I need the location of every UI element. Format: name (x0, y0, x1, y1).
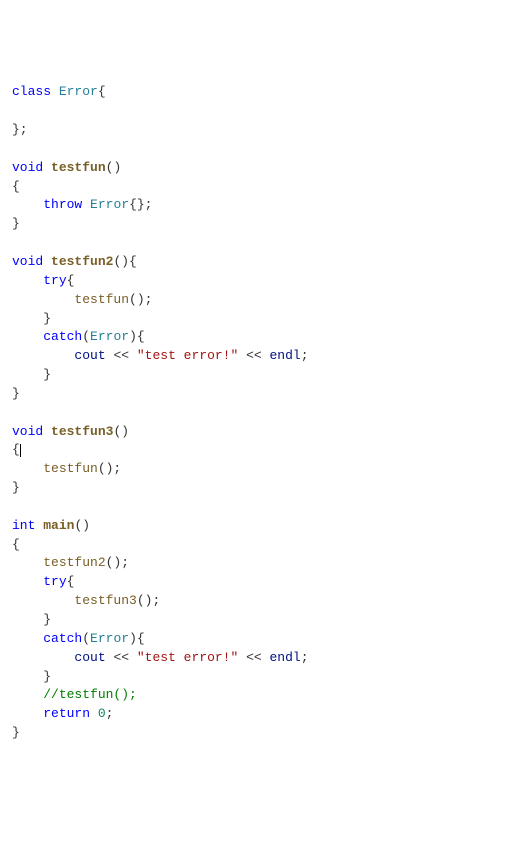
call-testfun3: testfun3 (74, 593, 136, 608)
keyword-int: int (12, 518, 35, 533)
call-testfun: testfun (74, 292, 129, 307)
code-block: class Error{ }; void testfun() { throw E… (12, 83, 510, 743)
comment-testfun: //testfun(); (43, 687, 137, 702)
type-error-catch: Error (90, 329, 129, 344)
type-error-throw: Error (90, 197, 129, 212)
call-testfun-3: testfun (43, 461, 98, 476)
keyword-void: void (12, 254, 43, 269)
fn-testfun2: testfun2 (51, 254, 113, 269)
keyword-catch: catch (43, 329, 82, 344)
fn-main: main (43, 518, 74, 533)
keyword-try-main: try (43, 574, 66, 589)
ident-endl-main: endl (270, 650, 301, 665)
keyword-catch-main: catch (43, 631, 82, 646)
string-literal-main: "test error!" (137, 650, 238, 665)
ident-cout-main: cout (74, 650, 105, 665)
type-error: Error (59, 84, 98, 99)
call-testfun2: testfun2 (43, 555, 105, 570)
keyword-void: void (12, 160, 43, 175)
ident-endl: endl (270, 348, 301, 363)
keyword-return: return (43, 706, 90, 721)
number-zero: 0 (98, 706, 106, 721)
fn-testfun: testfun (51, 160, 106, 175)
string-literal: "test error!" (137, 348, 238, 363)
ident-cout: cout (74, 348, 105, 363)
type-error-catch-main: Error (90, 631, 129, 646)
fn-testfun3: testfun3 (51, 424, 113, 439)
keyword-try: try (43, 273, 66, 288)
keyword-throw: throw (43, 197, 82, 212)
keyword-class: class (12, 84, 51, 99)
keyword-void: void (12, 424, 43, 439)
text-cursor (20, 444, 21, 457)
